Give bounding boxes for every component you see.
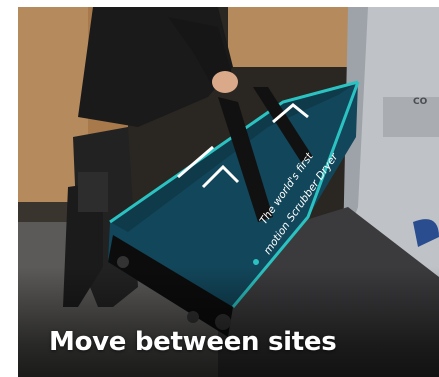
caption-overlay (18, 267, 439, 377)
svg-text:CO: CO (413, 97, 428, 107)
card-caption: Move between sites (49, 327, 337, 357)
feature-card[interactable]: CO The world's first motion Scrubber Dry… (18, 7, 439, 377)
